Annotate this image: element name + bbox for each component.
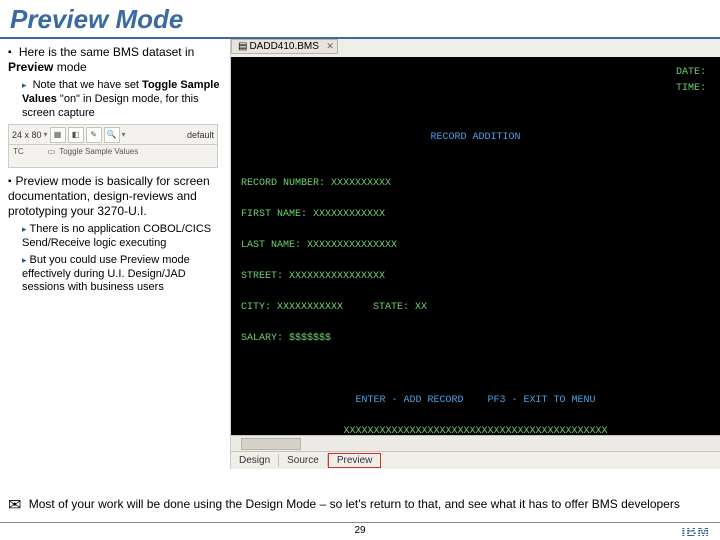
content-row: Here is the same BMS dataset in Preview … (0, 39, 720, 469)
terminal-preview: DATE: TIME: RECORD ADDITION RECORD NUMBE… (231, 57, 720, 435)
page-number: 29 (354, 525, 365, 536)
toolbar-tc-text: TC (13, 147, 24, 156)
page-footer: 29 IBM (0, 522, 720, 540)
toolbar-top-row: 24 x 80 ▾ ▦ ◧ ✎ 🔍 ▾ default (9, 125, 217, 145)
mail-icon: ✉ (8, 497, 21, 514)
toolbar-bottom-row: TC ▭ Toggle Sample Values (9, 145, 217, 158)
toolbar-default-text: default (187, 130, 214, 140)
text: Note that we have set (33, 79, 142, 91)
term-footer2: XXXXXXXXXXXXXXXXXXXXXXXXXXXXXXXXXXXXXXXX… (241, 424, 710, 435)
left-column: Here is the same BMS dataset in Preview … (0, 39, 230, 469)
toolbar-button-zoom-icon[interactable]: 🔍 (104, 127, 120, 143)
text-bold: Preview (8, 60, 53, 74)
bullet-preview-intro: Here is the same BMS dataset in Preview … (8, 45, 226, 75)
toolbar-toggle-label: Toggle Sample Values (59, 147, 138, 156)
term-lastname: LAST NAME: XXXXXXXXXXXXXXX (241, 240, 397, 251)
tab-preview[interactable]: Preview (328, 453, 382, 468)
term-street: STREET: XXXXXXXXXXXXXXXX (241, 271, 385, 282)
ibm-logo: IBM (681, 523, 710, 539)
text: Here is the same BMS dataset in (19, 45, 194, 59)
toolbar-button-palette-icon[interactable]: ◧ (68, 127, 84, 143)
term-city: CITY: XXXXXXXXXXX (241, 302, 343, 313)
term-state: STATE: XX (373, 302, 427, 313)
editor-mode-tabbar: Design Source Preview (231, 451, 720, 469)
editor-tab-label: DADD410.BMS (249, 41, 318, 52)
toolbar-screenshot: 24 x 80 ▾ ▦ ◧ ✎ 🔍 ▾ default TC ▭ Toggle … (8, 124, 218, 168)
term-recnum: RECORD NUMBER: XXXXXXXXXX (241, 178, 391, 189)
tab-source[interactable]: Source (279, 454, 328, 467)
toolbar-button-grid-icon[interactable]: ▦ (50, 127, 66, 143)
slide-title: Preview Mode (0, 0, 720, 39)
horizontal-scrollbar[interactable] (231, 435, 720, 451)
term-date: DATE: (676, 65, 706, 81)
toolbar-button-toggle-icon[interactable]: ✎ (86, 127, 102, 143)
dropdown-icon: ▾ (44, 130, 48, 139)
sub-jad-sessions: But you could use Preview mode effective… (22, 254, 226, 295)
tab-design[interactable]: Design (231, 454, 279, 467)
toolbar-size-text: 24 x 80 (12, 130, 42, 140)
editor-file-tab[interactable]: ▤ DADD410.BMS ✕ (231, 39, 338, 54)
footer-note-text: Most of your work will be done using the… (29, 497, 680, 511)
sub-toggle-note: Note that we have set Toggle Sample Valu… (22, 79, 226, 120)
tooltip-icon: ▭ (48, 147, 56, 156)
editor-panel: ▤ DADD410.BMS ✕ DATE: TIME: RECORD ADDIT… (230, 39, 720, 469)
term-time: TIME: (676, 81, 706, 97)
bullet-preview-purpose: Preview mode is basically for screen doc… (8, 174, 226, 219)
dropdown-icon: ▾ (122, 130, 126, 139)
footer-note: ✉ Most of your work will be done using t… (8, 496, 712, 516)
term-firstname: FIRST NAME: XXXXXXXXXXXX (241, 209, 385, 220)
close-icon[interactable]: ✕ (326, 41, 334, 52)
scrollbar-thumb[interactable] (241, 438, 301, 450)
file-icon: ▤ (238, 41, 247, 52)
text: mode (53, 60, 86, 74)
sub-no-logic: There is no application COBOL/CICS Send/… (22, 223, 226, 251)
term-footer1: ENTER - ADD RECORD PF3 - EXIT TO MENU (241, 393, 710, 409)
term-salary: SALARY: $$$$$$$ (241, 333, 331, 344)
term-heading: RECORD ADDITION (241, 130, 710, 146)
